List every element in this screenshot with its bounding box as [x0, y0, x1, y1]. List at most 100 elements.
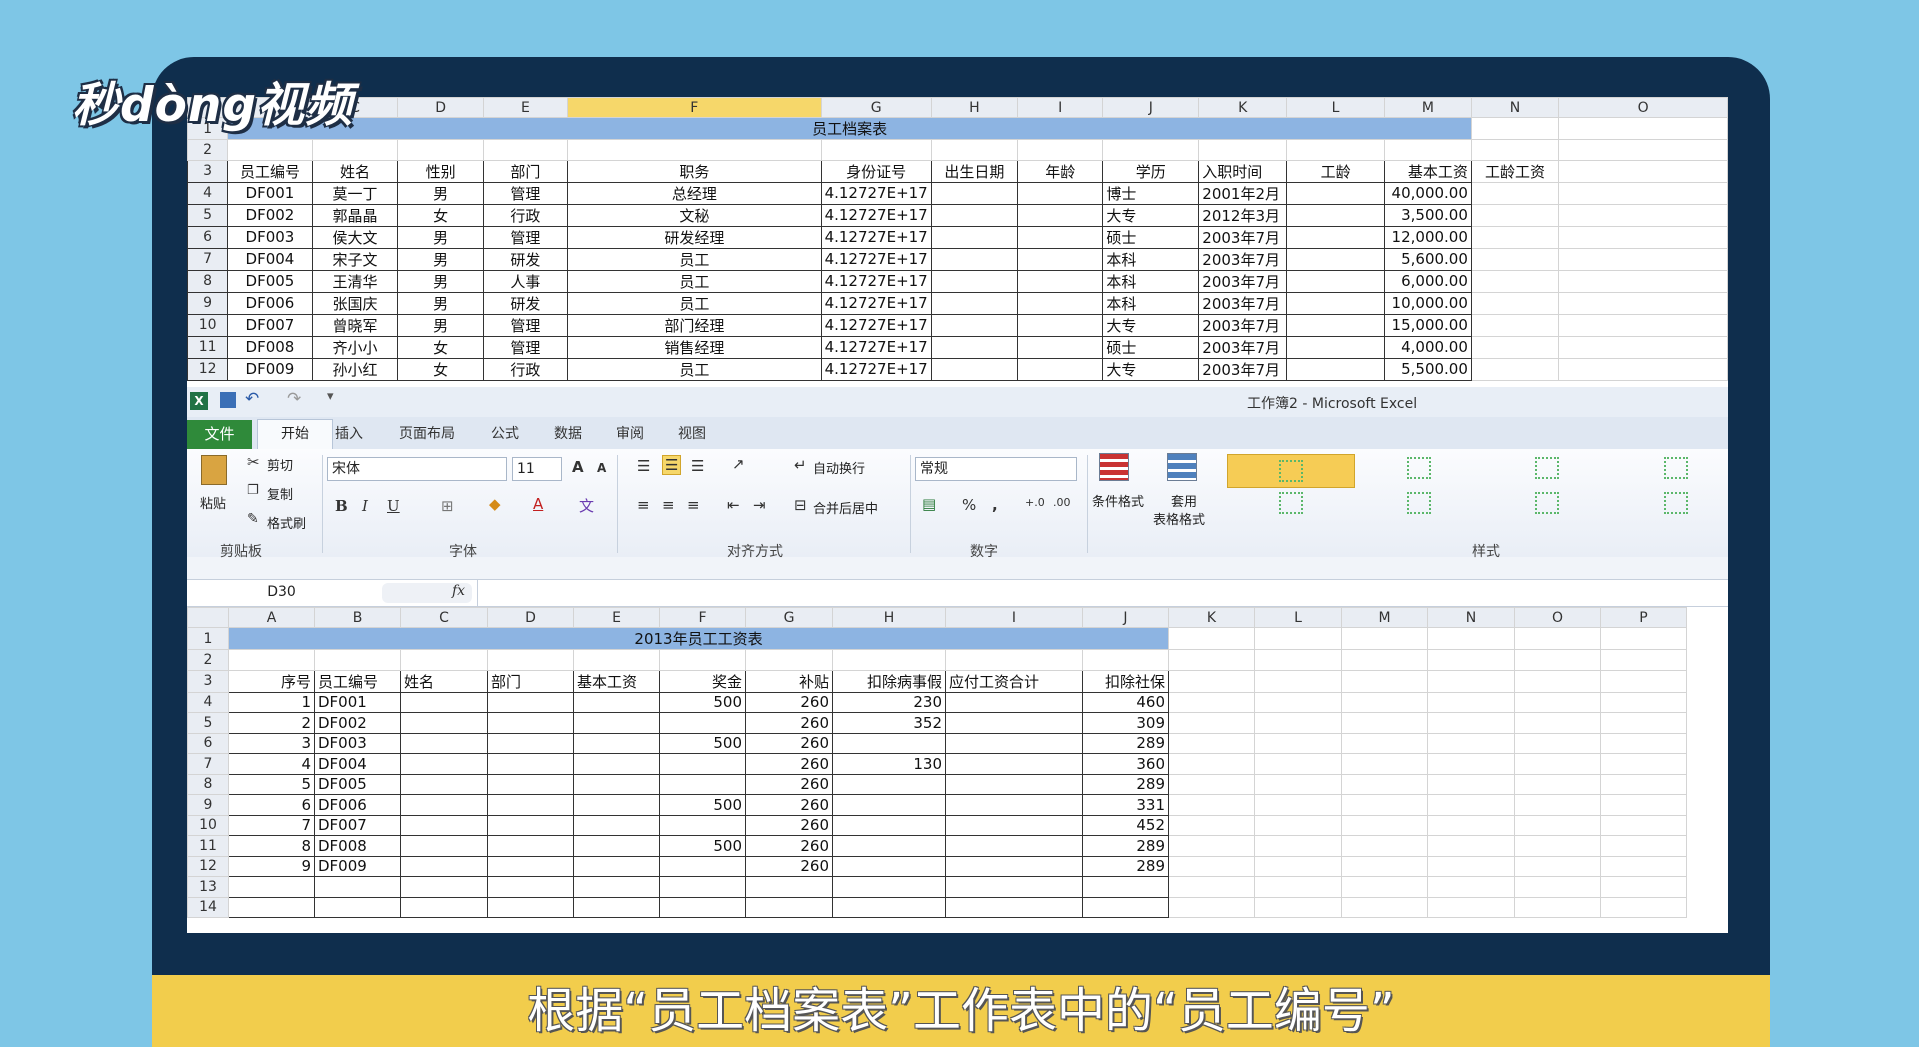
cell[interactable]: 2001年2月: [1198, 181, 1288, 205]
cell[interactable]: 本科: [1102, 247, 1200, 271]
cell[interactable]: 452: [1082, 814, 1169, 836]
cell[interactable]: [1017, 335, 1104, 359]
cell[interactable]: 352: [832, 712, 946, 734]
cell[interactable]: [1341, 835, 1428, 857]
cell[interactable]: [1286, 335, 1386, 359]
column-header[interactable]: L: [1286, 97, 1386, 118]
cell[interactable]: [1168, 732, 1255, 754]
italic-icon[interactable]: I: [362, 497, 368, 515]
cell[interactable]: [945, 876, 1083, 898]
column-header[interactable]: N: [1427, 607, 1515, 628]
column-header[interactable]: E: [482, 97, 569, 118]
cell[interactable]: 员工编号: [227, 159, 313, 183]
cell[interactable]: [945, 773, 1083, 795]
cut-button[interactable]: 剪切: [267, 455, 293, 474]
cell[interactable]: [945, 732, 1083, 754]
bold-icon[interactable]: B: [335, 497, 348, 515]
cell[interactable]: DF001: [227, 181, 313, 205]
cell[interactable]: [573, 896, 660, 918]
cell[interactable]: 260: [745, 855, 833, 877]
row-number[interactable]: 11: [187, 335, 229, 359]
cell-style-preview[interactable]: [1535, 457, 1559, 479]
cell-style-preview[interactable]: [1664, 457, 1688, 479]
font-name-dropdown[interactable]: 宋体: [327, 457, 507, 481]
cell[interactable]: [1341, 712, 1428, 734]
increase-decimal-icon[interactable]: +.0: [1025, 496, 1045, 509]
cell[interactable]: [314, 649, 401, 671]
cell[interactable]: DF009: [227, 357, 313, 381]
cell[interactable]: [1102, 139, 1200, 161]
cell[interactable]: 460: [1082, 691, 1169, 713]
cell[interactable]: [400, 855, 488, 877]
cell[interactable]: DF006: [227, 291, 313, 315]
cell[interactable]: 部门: [482, 159, 569, 183]
cell[interactable]: 员工: [567, 291, 822, 315]
cell[interactable]: [487, 773, 574, 795]
cell[interactable]: [1470, 269, 1560, 293]
cell[interactable]: 部门经理: [567, 313, 822, 337]
cell[interactable]: [487, 732, 574, 754]
cell[interactable]: 289: [1082, 732, 1169, 754]
column-header[interactable]: I: [945, 607, 1083, 628]
cell[interactable]: [1341, 773, 1428, 795]
cell[interactable]: [1017, 357, 1104, 381]
column-header[interactable]: H: [832, 607, 946, 628]
cell[interactable]: [1600, 794, 1687, 816]
border-icon[interactable]: ⊞: [441, 497, 454, 515]
cell[interactable]: [487, 649, 574, 671]
cell[interactable]: [945, 649, 1083, 671]
cell[interactable]: [573, 691, 660, 713]
cell[interactable]: [832, 835, 946, 857]
cell[interactable]: 1: [228, 691, 315, 713]
cell[interactable]: 本科: [1102, 269, 1200, 293]
name-box[interactable]: D30: [189, 581, 374, 605]
cell[interactable]: [1286, 291, 1386, 315]
cell[interactable]: DF001: [314, 691, 401, 713]
row-number[interactable]: 2: [187, 139, 229, 161]
cell[interactable]: 管理: [482, 225, 569, 249]
cell[interactable]: [930, 203, 1019, 227]
save-icon[interactable]: [220, 392, 236, 408]
redo-icon[interactable]: ↷: [287, 389, 301, 409]
cell[interactable]: [573, 732, 660, 754]
decrease-decimal-icon[interactable]: .00: [1053, 496, 1071, 509]
cell[interactable]: [1017, 181, 1104, 205]
accounting-format-icon[interactable]: ▤: [922, 495, 936, 513]
cell[interactable]: [573, 773, 660, 795]
align-top-icon[interactable]: ☰: [637, 457, 650, 475]
table-format-button-line2[interactable]: 表格格式: [1153, 509, 1205, 528]
cell[interactable]: 3,500.00: [1384, 203, 1472, 227]
customize-qat-icon[interactable]: ▾: [327, 389, 334, 404]
cell[interactable]: 郭晶晶: [311, 203, 399, 227]
cell[interactable]: 入职时间: [1198, 159, 1288, 183]
cell[interactable]: [930, 357, 1019, 381]
column-header[interactable]: E: [573, 607, 660, 628]
column-header[interactable]: O: [1558, 97, 1728, 118]
cell[interactable]: [1514, 814, 1601, 836]
cell[interactable]: [314, 876, 401, 898]
cell[interactable]: 260: [745, 732, 833, 754]
cell[interactable]: 40,000.00: [1384, 181, 1472, 205]
cell[interactable]: [1600, 732, 1687, 754]
cell[interactable]: [1341, 669, 1428, 693]
cell[interactable]: [1427, 855, 1515, 877]
cell[interactable]: DF003: [227, 225, 313, 249]
cell[interactable]: 男: [397, 269, 484, 293]
cell[interactable]: 管理: [482, 181, 569, 205]
cell[interactable]: [1514, 753, 1601, 775]
cell[interactable]: [1427, 627, 1515, 650]
cell[interactable]: 500: [659, 794, 746, 816]
cell[interactable]: [945, 814, 1083, 836]
cell[interactable]: [1470, 139, 1560, 161]
row-number[interactable]: 7: [187, 753, 229, 775]
orientation-icon[interactable]: ↗: [732, 455, 745, 473]
cell[interactable]: [573, 649, 660, 671]
row-number[interactable]: 11: [187, 835, 229, 857]
cell[interactable]: 8: [228, 835, 315, 857]
tab-home[interactable]: 开始: [257, 419, 333, 449]
cell[interactable]: [487, 712, 574, 734]
cell[interactable]: [659, 855, 746, 877]
column-header[interactable]: F: [567, 97, 822, 118]
copy-button[interactable]: 复制: [267, 484, 293, 503]
cell[interactable]: 309: [1082, 712, 1169, 734]
